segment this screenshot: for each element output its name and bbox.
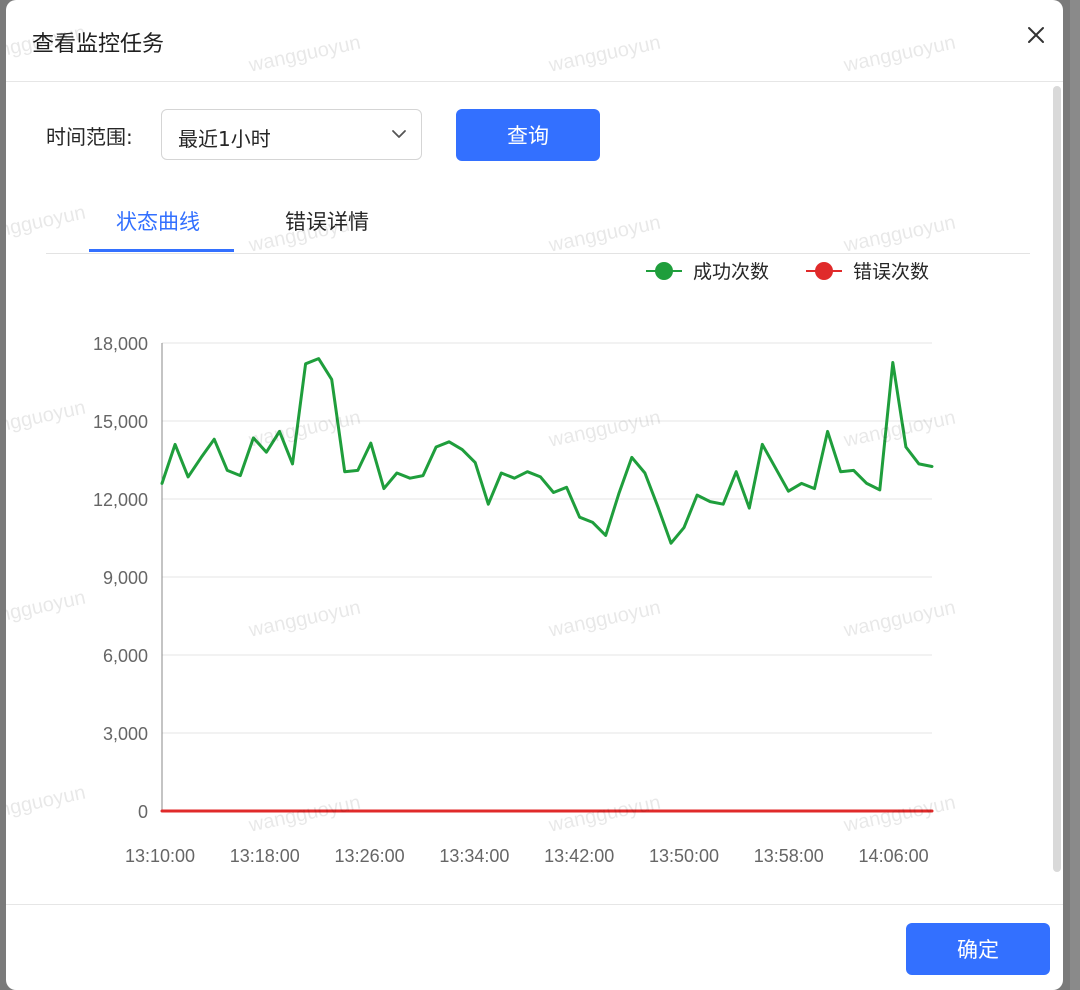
dialog-header: 查看监控任务	[6, 0, 1063, 82]
legend-success-count-marker	[655, 262, 673, 280]
chevron-down-icon	[392, 130, 406, 138]
x-tick-label: 13:50:00	[649, 846, 719, 866]
close-icon	[1028, 27, 1044, 43]
tab-error-details[interactable]: 错误详情	[285, 206, 369, 236]
dialog-footer: 确定	[6, 904, 1063, 990]
y-tick-label: 15,000	[93, 412, 148, 432]
dialog-scrollbar[interactable]	[1053, 86, 1061, 872]
legend-error-count-marker	[815, 262, 833, 280]
x-tick-label: 13:58:00	[754, 846, 824, 866]
y-tick-label: 12,000	[93, 490, 148, 510]
y-tick-label: 6,000	[103, 646, 148, 666]
x-tick-label: 13:34:00	[439, 846, 509, 866]
dialog-title: 查看监控任务	[32, 32, 165, 57]
x-tick-label: 14:06:00	[859, 846, 929, 866]
tab-status-curve[interactable]: 状态曲线	[116, 206, 200, 236]
page-backdrop	[1070, 0, 1080, 990]
monitor-task-dialog: 查看监控任务 时间范围: 最近1小时 查询 状态曲线 错误详情 18,000 15…	[6, 0, 1063, 990]
x-tick-label: 13:26:00	[335, 846, 405, 866]
time-range-label: 时间范围:	[46, 125, 133, 149]
y-tick-label: 0	[138, 802, 148, 822]
time-range-select[interactable]: 最近1小时	[161, 109, 422, 160]
query-button[interactable]: 查询	[456, 109, 600, 161]
y-tick-label: 9,000	[103, 568, 148, 588]
time-range-selected-value: 最近1小时	[178, 127, 271, 151]
confirm-button[interactable]: 确定	[906, 923, 1050, 975]
legend-success-count-label: 成功次数	[693, 261, 769, 283]
active-tab-indicator	[89, 249, 234, 252]
y-tick-label: 3,000	[103, 724, 148, 744]
close-button[interactable]	[1019, 18, 1053, 52]
success-count-series-line	[160, 357, 934, 545]
x-tick-label: 13:42:00	[544, 846, 614, 866]
status-line-chart: 18,000 15,000 12,000 9,000 6,000 3,000 0 13:10:…	[93, 261, 934, 866]
x-tick-label: 13:10:00	[125, 846, 195, 866]
tab-bar: 状态曲线 错误详情	[46, 196, 1030, 254]
y-tick-label: 18,000	[93, 334, 148, 354]
x-tick-label: 13:18:00	[230, 846, 300, 866]
legend-error-count-label: 错误次数	[853, 261, 929, 283]
